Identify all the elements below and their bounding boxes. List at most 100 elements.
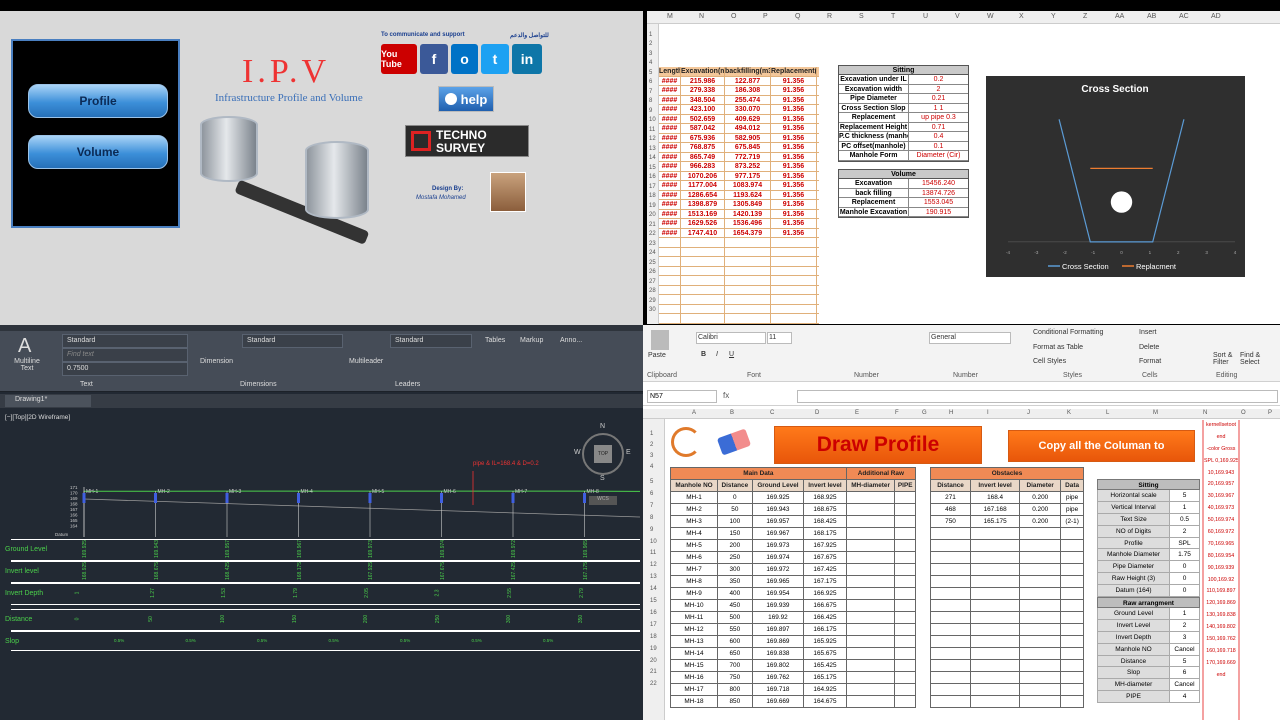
copy-all-button[interactable]: Copy all the Columan to (1008, 430, 1195, 462)
table-cell[interactable] (1019, 563, 1062, 576)
outlook-icon[interactable]: o (451, 44, 478, 74)
table-cell[interactable] (1060, 539, 1084, 552)
table-cell[interactable]: 91.356 (771, 162, 817, 171)
column-header[interactable]: W (987, 13, 994, 20)
table-cell[interactable]: #### (659, 181, 681, 190)
row-header[interactable]: 6 (649, 79, 652, 85)
table-cell[interactable]: 977.175 (725, 171, 771, 180)
column-header[interactable]: V (955, 13, 960, 20)
table-cell[interactable] (659, 295, 681, 304)
table-cell[interactable]: #### (659, 209, 681, 218)
setting-value[interactable]: 1.75 (1170, 549, 1199, 561)
setting-value[interactable]: 0 (1170, 573, 1199, 585)
table-cell[interactable] (845, 587, 896, 600)
table-cell[interactable]: 850 (717, 695, 753, 708)
column-header[interactable]: E (855, 410, 859, 416)
table-cell[interactable]: 91.356 (771, 200, 817, 209)
table-cell[interactable] (1019, 599, 1062, 612)
output-cell[interactable]: 50,169.974 (1204, 515, 1238, 527)
table-cell[interactable] (725, 276, 771, 285)
setting-value[interactable]: 2 (909, 84, 968, 93)
table-cell[interactable] (894, 635, 916, 648)
column-header[interactable]: M (1153, 410, 1158, 416)
table-cell[interactable] (1060, 683, 1084, 696)
table-cell[interactable]: 800 (717, 683, 753, 696)
table-cell[interactable] (771, 285, 817, 294)
row-header[interactable]: 3 (649, 51, 652, 57)
table-cell[interactable]: #### (659, 143, 681, 152)
table-cell[interactable]: MH-5 (669, 539, 719, 552)
table-cell[interactable]: MH-8 (669, 575, 719, 588)
table-cell[interactable]: (2-1) (1060, 515, 1084, 528)
table-cell[interactable]: 502.659 (681, 114, 725, 123)
table-cell[interactable] (970, 623, 1021, 636)
table-cell[interactable] (845, 527, 896, 540)
column-header[interactable]: Y (1051, 13, 1056, 20)
table-cell[interactable]: 582.905 (725, 133, 771, 142)
table-cell[interactable]: 91.356 (771, 209, 817, 218)
output-cell[interactable]: end (1204, 670, 1238, 682)
table-cell[interactable] (970, 659, 1021, 672)
italic-button[interactable]: I (716, 351, 718, 358)
row-header[interactable]: 6 (650, 491, 653, 497)
table-cell[interactable] (894, 587, 916, 600)
linkedin-icon[interactable]: in (512, 44, 542, 74)
table-cell[interactable]: 1629.526 (681, 219, 725, 228)
column-header[interactable]: H (949, 410, 953, 416)
table-cell[interactable]: MH-16 (669, 671, 719, 684)
table-cell[interactable]: 122.877 (725, 76, 771, 85)
table-cell[interactable]: 166.175 (803, 623, 847, 636)
row-header[interactable]: 8 (650, 515, 653, 521)
table-cell[interactable]: 169.943 (751, 503, 805, 516)
row-header[interactable]: 15 (650, 598, 657, 604)
cell-styles-button[interactable]: Cell Styles (1033, 358, 1066, 365)
formula-input[interactable] (797, 390, 1278, 403)
table-cell[interactable]: 1070.206 (681, 171, 725, 180)
row-header[interactable]: 1 (649, 32, 652, 38)
table-cell[interactable] (659, 257, 681, 266)
row-header[interactable]: 14 (649, 155, 656, 161)
table-cell[interactable] (845, 551, 896, 564)
row-header[interactable]: 18 (649, 193, 656, 199)
table-cell[interactable] (970, 611, 1021, 624)
table-cell[interactable] (1060, 599, 1084, 612)
table-cell[interactable]: 169.965 (751, 575, 805, 588)
table-cell[interactable] (845, 611, 896, 624)
table-cell[interactable] (929, 635, 972, 648)
twitter-icon[interactable]: t (481, 44, 509, 74)
table-cell[interactable] (1060, 623, 1084, 636)
table-cell[interactable] (659, 247, 681, 256)
column-header[interactable]: AC (1179, 13, 1189, 20)
table-cell[interactable]: 91.356 (771, 133, 817, 142)
table-cell[interactable] (845, 491, 896, 504)
row-header[interactable]: 26 (649, 269, 656, 275)
column-header[interactable]: T (891, 13, 895, 20)
table-cell[interactable]: 91.356 (771, 152, 817, 161)
table-cell[interactable] (725, 304, 771, 313)
multiline-text-button[interactable]: Multiline Text (12, 358, 42, 372)
table-cell[interactable] (894, 623, 916, 636)
output-cell[interactable]: 100,169.92 (1204, 575, 1238, 587)
table-cell[interactable] (894, 683, 916, 696)
table-cell[interactable] (929, 659, 972, 672)
table-cell[interactable] (1060, 611, 1084, 624)
table-cell[interactable] (894, 527, 916, 540)
table-cell[interactable] (771, 323, 817, 324)
table-cell[interactable]: 587.042 (681, 124, 725, 133)
setting-value[interactable]: 1 1 (909, 103, 968, 112)
dim-style-select[interactable]: Standard (242, 334, 343, 348)
setting-value[interactable]: up pipe 0.3 (909, 113, 968, 122)
table-cell[interactable] (845, 671, 896, 684)
table-cell[interactable] (929, 527, 972, 540)
table-cell[interactable]: 1193.624 (725, 190, 771, 199)
table-cell[interactable] (681, 266, 725, 275)
table-cell[interactable]: 169.925 (751, 491, 805, 504)
table-cell[interactable]: #### (659, 219, 681, 228)
column-header[interactable]: AA (1115, 13, 1124, 20)
column-header[interactable]: P (763, 13, 768, 20)
column-header[interactable]: Q (795, 13, 800, 20)
table-cell[interactable]: 168.425 (803, 515, 847, 528)
table-cell[interactable] (970, 647, 1021, 660)
paste-icon[interactable] (651, 330, 669, 350)
table-cell[interactable]: 772.719 (725, 152, 771, 161)
